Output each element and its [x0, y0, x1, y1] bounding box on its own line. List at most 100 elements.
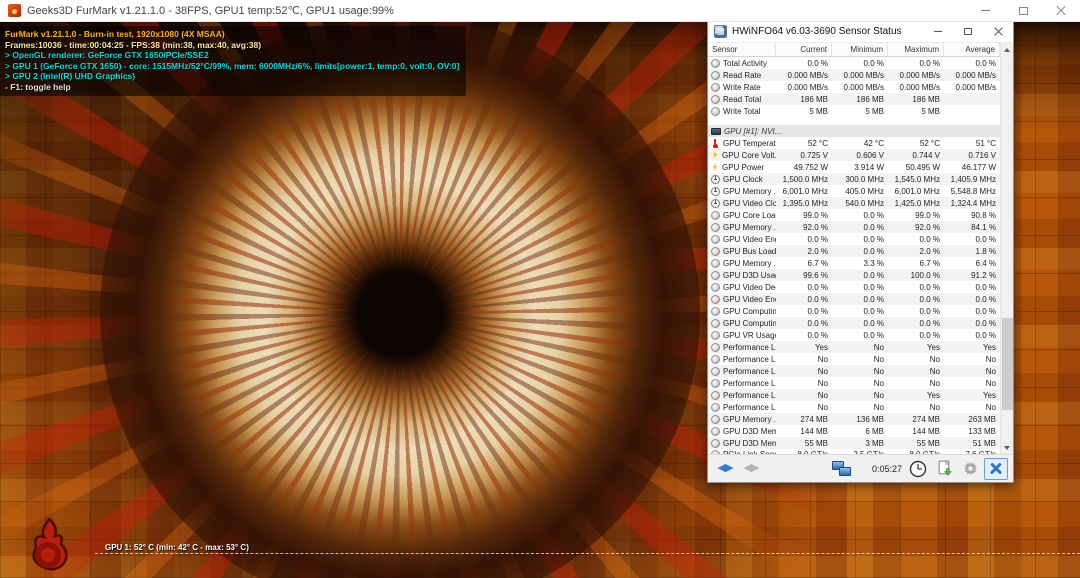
- remote-monitoring-button[interactable]: [830, 458, 854, 480]
- sensor-value: 133 MB: [968, 426, 996, 436]
- sensor-value: No: [873, 378, 884, 388]
- sensor-row[interactable]: GPU Video Enc... 0.0 % 0.0 % 0.0 % 0.0 %: [708, 293, 1000, 305]
- gauge-icon: [711, 330, 720, 340]
- sensor-value: 300.0 MHz: [845, 174, 884, 184]
- settings-button[interactable]: [958, 458, 982, 480]
- disk-icon: [711, 70, 720, 80]
- sensor-row[interactable]: Write Total 5 MB 5 MB 5 MB: [708, 105, 1000, 117]
- hwinfo-maximize-button[interactable]: [953, 21, 983, 42]
- sensor-row[interactable]: GPU Power 49.752 W 3.914 W 50.495 W 46.177 W: [708, 161, 1000, 173]
- volt-icon: [712, 162, 718, 172]
- close-sensors-button[interactable]: [984, 457, 1008, 480]
- sensor-row[interactable]: GPU Core Volt... 0.725 V 0.606 V 0.744 V 0.7…: [708, 149, 1000, 161]
- sensor-row[interactable]: GPU Memory ... 6,001.0 MHz 405.0 MHz 6,001.…: [708, 185, 1000, 197]
- sensor-label: GPU Memory ...: [723, 186, 776, 196]
- scrollbar-track[interactable]: [1001, 56, 1014, 441]
- furmark-titlebar[interactable]: Geeks3D FurMark v1.21.1.0 - 38FPS, GPU1 …: [0, 0, 1080, 22]
- sensor-section-row[interactable]: GPU [#1]: NVI...: [708, 125, 1000, 137]
- clock-button[interactable]: [906, 458, 930, 480]
- sensor-value: 0.0 %: [975, 330, 996, 340]
- sensor-row[interactable]: GPU Computin... 0.0 % 0.0 % 0.0 % 0.0 %: [708, 305, 1000, 317]
- column-header-maximum[interactable]: Maximum: [888, 43, 944, 56]
- sensor-value: 0.716 V: [968, 150, 996, 160]
- hwinfo-minimize-button[interactable]: [923, 21, 953, 42]
- minimize-button[interactable]: [966, 0, 1004, 22]
- sensor-row[interactable]: GPU Video Clock 1,395.0 MHz 540.0 MHz 1,425…: [708, 197, 1000, 209]
- sensor-value: Yes: [982, 390, 996, 400]
- sensor-label: Performance L...: [723, 342, 776, 352]
- sensor-row[interactable]: GPU D3D Usage 99.6 % 0.0 % 100.0 % 91.2 %: [708, 269, 1000, 281]
- sensor-row[interactable]: Write Rate 0.000 MB/s 0.000 MB/s 0.000 MB/s…: [708, 81, 1000, 93]
- nav-arrows-disabled-icon: ◀▶: [743, 462, 760, 474]
- sensor-row[interactable]: GPU D3D Mem... 55 MB 3 MB 55 MB 51 MB: [708, 437, 1000, 449]
- nav-arrows-disabled-button[interactable]: ◀▶: [739, 458, 763, 480]
- sensor-label: Total Activity: [723, 58, 768, 68]
- maximize-button[interactable]: [1004, 0, 1042, 22]
- sensor-label: Performance L...: [723, 390, 776, 400]
- sensor-value: No: [817, 354, 828, 364]
- sensor-value: 0.0 %: [919, 318, 940, 328]
- sensor-value: 186 MB: [800, 94, 828, 104]
- sensor-row[interactable]: Performance L... No No Yes Yes: [708, 389, 1000, 401]
- sensor-value: 0.0 %: [975, 318, 996, 328]
- sensor-value: 46.177 W: [961, 162, 996, 172]
- sensor-value: 0.000 MB/s: [955, 82, 996, 92]
- scroll-down-button[interactable]: [1001, 441, 1014, 454]
- sensor-row[interactable]: Total Activity 0.0 % 0.0 % 0.0 % 0.0 %: [708, 57, 1000, 69]
- sensor-label: Read Total: [723, 94, 762, 104]
- sensor-row[interactable]: GPU Memory ... 274 MB 136 MB 274 MB 263 MB: [708, 413, 1000, 425]
- sensor-row[interactable]: Performance L... No No No No: [708, 401, 1000, 413]
- sensor-row[interactable]: GPU Video Dec... 0.0 % 0.0 % 0.0 % 0.0 %: [708, 281, 1000, 293]
- gpu-icon: [711, 128, 721, 135]
- sensor-value: 0.0 %: [919, 282, 940, 292]
- sensor-label: GPU Computin...: [723, 306, 776, 316]
- column-header-average[interactable]: Average: [944, 43, 1000, 56]
- sensor-value: Yes: [926, 342, 940, 352]
- sensor-row[interactable]: GPU Temperat... 52 °C 42 °C 52 °C 51 °C: [708, 137, 1000, 149]
- vertical-scrollbar[interactable]: [1000, 43, 1013, 454]
- sensor-value: 3.914 W: [854, 162, 884, 172]
- sensor-row[interactable]: GPU Memory ... 6.7 % 3.3 % 6.7 % 6.4 %: [708, 257, 1000, 269]
- scrollbar-thumb[interactable]: [1001, 317, 1013, 411]
- blue-x-icon: [988, 461, 1004, 477]
- hwinfo-titlebar[interactable]: HWiNFO64 v6.03-3690 Sensor Status: [708, 21, 1013, 43]
- sensor-row[interactable]: GPU D3D Mem... 144 MB 6 MB 144 MB 133 MB: [708, 425, 1000, 437]
- sensor-value: 55 MB: [916, 438, 940, 448]
- sensor-value: 5,548.8 MHz: [950, 186, 996, 196]
- nav-arrows-button[interactable]: ◀▶: [713, 458, 737, 480]
- sensor-row[interactable]: Performance L... Yes No Yes Yes: [708, 341, 1000, 353]
- sensor-row[interactable]: Read Rate 0.000 MB/s 0.000 MB/s 0.000 MB/s 0…: [708, 69, 1000, 81]
- logging-button[interactable]: [932, 458, 956, 480]
- sensor-row[interactable]: Performance L... No No No No: [708, 377, 1000, 389]
- sensor-row[interactable]: GPU Bus Load 2.0 % 0.0 % 2.0 % 1.8 %: [708, 245, 1000, 257]
- column-header-sensor[interactable]: Sensor: [708, 43, 776, 56]
- close-button[interactable]: [1042, 0, 1080, 22]
- hwinfo-app-icon: [714, 25, 727, 38]
- sensor-row[interactable]: Read Total 186 MB 186 MB 186 MB: [708, 93, 1000, 105]
- sensor-value: 5 MB: [865, 106, 884, 116]
- hwinfo-window-title: HWiNFO64 v6.03-3690 Sensor Status: [732, 26, 902, 37]
- sensor-value: Yes: [814, 342, 828, 352]
- column-header-current[interactable]: Current: [776, 43, 832, 56]
- sensor-value: 51 °C: [975, 138, 996, 148]
- scroll-up-button[interactable]: [1001, 43, 1014, 56]
- sensor-value: 0.0 %: [807, 234, 828, 244]
- sensor-row[interactable]: GPU Video Eng... 0.0 % 0.0 % 0.0 % 0.0 %: [708, 233, 1000, 245]
- sensor-value: No: [929, 378, 940, 388]
- sensor-value: 0.0 %: [919, 294, 940, 304]
- sensor-row[interactable]: GPU VR Usage 0.0 % 0.0 % 0.0 % 0.0 %: [708, 329, 1000, 341]
- sensor-row[interactable]: GPU Memory ... 92.0 % 0.0 % 92.0 % 84.1 %: [708, 221, 1000, 233]
- gauge-icon: [711, 438, 720, 448]
- sensor-row[interactable]: GPU Clock 1,500.0 MHz 300.0 MHz 1,545.0 MHz…: [708, 173, 1000, 185]
- minimize-icon: [980, 10, 990, 11]
- clock-icon: [711, 186, 720, 196]
- column-header-minimum[interactable]: Minimum: [832, 43, 888, 56]
- gear-icon: [963, 461, 977, 476]
- sensor-row[interactable]: GPU Core Load 99.0 % 0.0 % 99.0 % 90.8 %: [708, 209, 1000, 221]
- sensor-row[interactable]: Performance L... No No No No: [708, 365, 1000, 377]
- sensor-label: Performance L...: [723, 354, 776, 364]
- sensor-row[interactable]: Performance L... No No No No: [708, 353, 1000, 365]
- hwinfo-close-button[interactable]: [983, 21, 1013, 42]
- sensor-row[interactable]: GPU Computin... 0.0 % 0.0 % 0.0 % 0.0 %: [708, 317, 1000, 329]
- sensor-value: 49.752 W: [793, 162, 828, 172]
